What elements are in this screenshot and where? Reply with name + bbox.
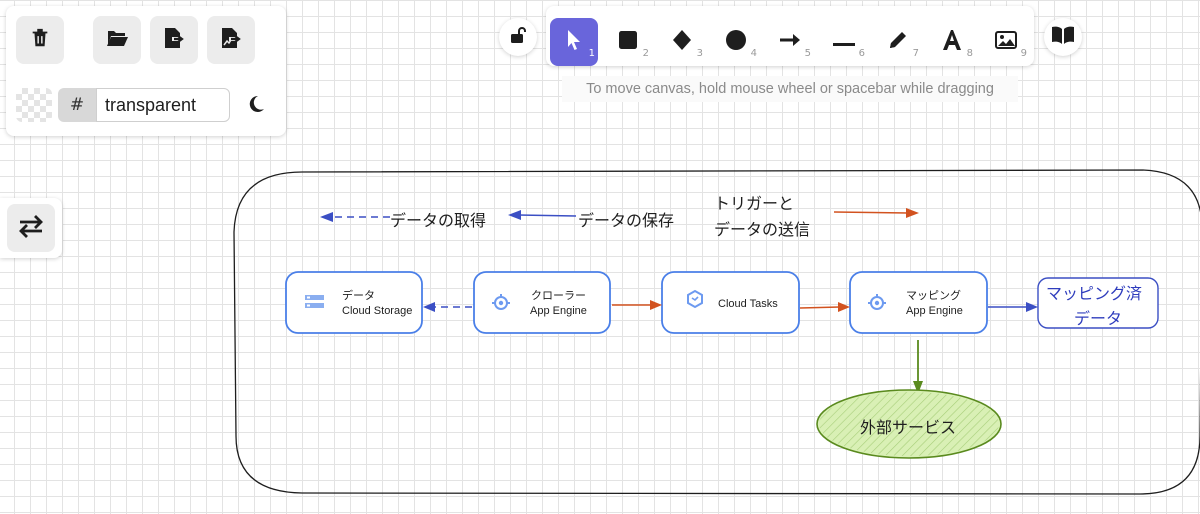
- node-tasks-title: Cloud Tasks: [718, 298, 778, 310]
- node-crawler-title: クローラー: [531, 290, 586, 302]
- legend-trigger-label-line1: トリガーと: [714, 194, 795, 213]
- legend-save-label: データの保存: [578, 211, 675, 230]
- legend-trigger-arrowhead: [906, 208, 919, 218]
- node-storage-title: データ: [342, 290, 375, 302]
- flow-tasks-to-mapping-head: [838, 302, 850, 312]
- legend-trigger-arrow: [833, 211, 909, 214]
- node-mapping-subtitle: App Engine: [906, 305, 963, 317]
- flow-mapping-to-mapped-head: [1026, 302, 1038, 312]
- external-service-label: 外部サービス: [860, 418, 957, 437]
- legend-save-arrow: [517, 214, 577, 217]
- flow-crawler-to-tasks-head: [650, 300, 662, 310]
- flow-tasks-to-mapping: [799, 306, 841, 309]
- node-mapping-title: マッピング: [906, 290, 961, 302]
- legend-save-arrowhead: [508, 210, 521, 220]
- legend-fetch-label: データの取得: [390, 211, 487, 230]
- node-mapped-subtitle: データ: [1074, 309, 1123, 328]
- node-storage-subtitle: Cloud Storage: [342, 305, 413, 317]
- node-crawler-subtitle: App Engine: [530, 305, 587, 317]
- legend-trigger-label-line2: データの送信: [714, 220, 811, 239]
- flow-crawler-to-storage-head: [423, 302, 435, 312]
- diagram-canvas[interactable]: [0, 0, 1200, 514]
- legend-fetch-arrowhead: [320, 212, 333, 222]
- node-mapped-title: マッピング済: [1046, 284, 1143, 303]
